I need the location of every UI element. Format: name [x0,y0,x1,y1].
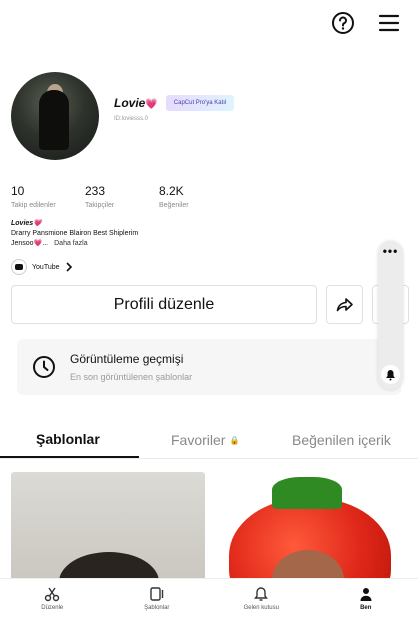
user-id: ID:loviesss.0 [114,116,149,122]
menu-icon[interactable] [376,10,402,36]
tab-templates[interactable]: Şablonlar [0,422,139,458]
tab-liked-content[interactable]: Beğenilen içerik [289,422,391,458]
username-row: Lovie💗 CapCut Pro'ya Katıl [114,94,235,112]
person-icon [360,588,372,601]
clock-icon [33,356,55,378]
chevron-right-icon [65,262,72,272]
history-subtitle: En son görüntülenen şablonlar [70,372,193,382]
bell-icon [254,587,269,601]
edit-profile-button[interactable]: Profili düzenle [11,285,317,324]
nav-edit[interactable]: Düzenle [0,579,105,618]
youtube-icon [11,259,27,275]
scissors-icon [45,587,60,602]
avatar-figure [39,90,69,150]
template-card[interactable] [220,472,414,582]
history-title: Görüntüleme geçmişi [70,352,184,366]
pro-badge[interactable]: CapCut Pro'ya Katıl [165,95,235,111]
help-icon[interactable] [330,10,356,36]
avatar[interactable] [11,72,99,160]
bio-line-1: Drarry Pansmione Blairon Best Shiplerim [11,230,139,237]
view-history-card[interactable]: Görüntüleme geçmişi En son görüntülenen … [17,339,401,395]
notification-bell-icon[interactable] [381,365,400,384]
lock-icon: 🔒 [229,435,240,445]
username: Lovie💗 [114,96,158,110]
more-dots-icon[interactable]: ••• [378,245,403,257]
bio: Lovies💗 Drarry Pansmione Blairon Best Sh… [11,219,138,249]
nav-me[interactable]: Ben [314,579,418,618]
stats: 10 Takip edilenler 233 Takipçiler 8.2K B… [11,184,233,209]
floating-side-panel[interactable]: ••• [378,241,403,390]
bio-more-link[interactable]: Daha fazla [54,240,87,247]
stat-likes[interactable]: 8.2K Beğeniler [159,184,233,209]
profile-tabs: Şablonlar Favoriler 🔒 Beğenilen içerik [0,422,418,459]
nav-templates[interactable]: Şablonlar [105,579,210,618]
template-card[interactable] [11,472,205,582]
share-button[interactable] [326,285,363,324]
strawberry-leaf [272,477,342,509]
youtube-link[interactable]: YouTube [11,259,73,275]
stat-following[interactable]: 10 Takip edilenler [11,184,85,209]
nav-inbox[interactable]: Gelen kutusu [209,579,314,618]
tab-favorites[interactable]: Favoriler 🔒 [139,422,289,458]
top-bar [330,10,402,36]
stat-followers[interactable]: 233 Takipçiler [85,184,159,209]
bio-name: Lovies💗 [11,220,42,227]
share-icon [336,297,353,311]
bottom-navigation: Düzenle Şablonlar Gelen kutusu Ben [0,578,418,618]
bio-line-2: Jensoo💗... [11,240,49,247]
templates-icon [150,587,163,601]
